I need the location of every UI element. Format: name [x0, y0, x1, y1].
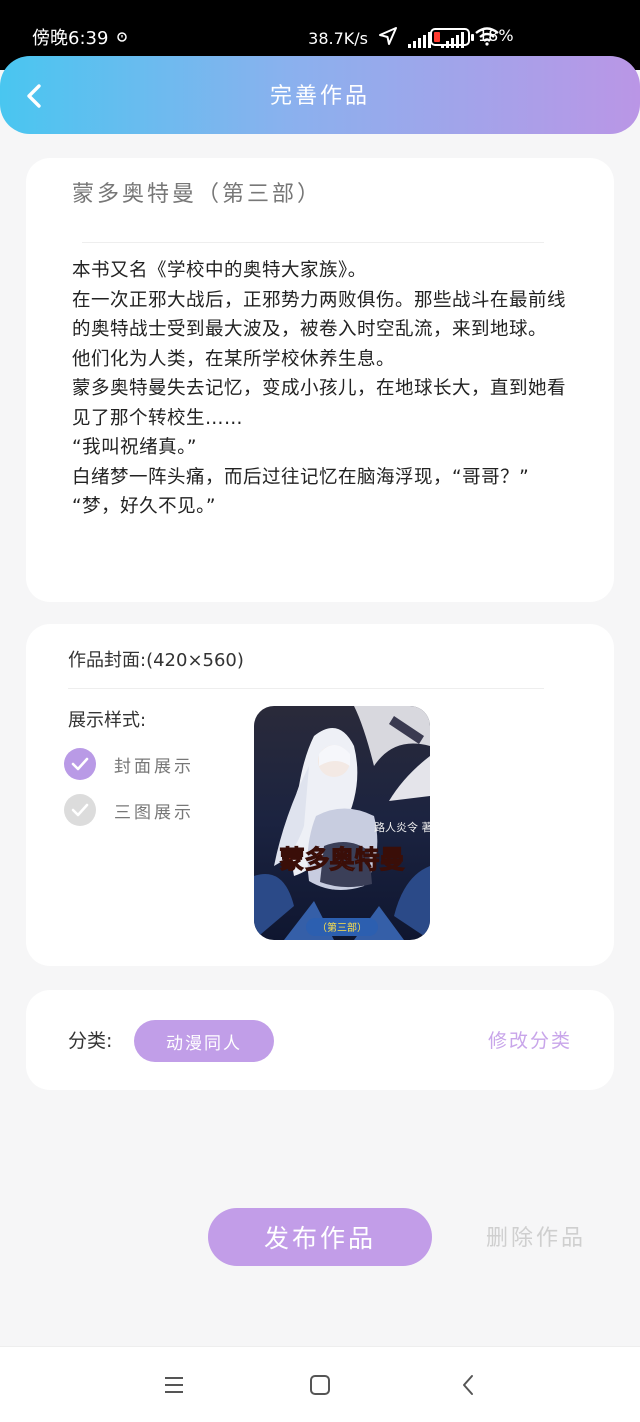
option-cover-display[interactable]: 封面展示	[64, 748, 194, 780]
cover-artwork: 路人炎令 著 蒙多奥特曼 （第三部）	[254, 706, 430, 940]
signal-hd-icon	[408, 30, 431, 48]
page-title: 完善作品	[269, 84, 370, 109]
option-label: 封面展示	[114, 756, 194, 777]
net-speed: 38.7K/s	[308, 29, 368, 48]
battery-percent: 18%	[478, 26, 514, 45]
description-paragraph: 蒙多奥特曼失去记忆，变成小孩儿，在地球长大，直到她看见了那个转校生……	[72, 378, 567, 429]
cover-label: 作品封面:(420×560)	[68, 650, 244, 671]
edit-category-link[interactable]: 修改分类	[488, 1026, 572, 1053]
cover-image[interactable]: 路人炎令 著 蒙多奥特曼 （第三部）	[254, 706, 430, 940]
description-paragraph: 白绪梦一阵头痛，而后过往记忆在脑海浮现，“哥哥？”	[72, 466, 530, 488]
book-title[interactable]: 蒙多奥特曼（第三部）	[72, 176, 322, 208]
category-label: 分类:	[68, 1030, 113, 1052]
display-style-label: 展示样式:	[68, 710, 147, 731]
check-circle-icon	[64, 794, 96, 826]
option-label: 三图展示	[114, 802, 194, 823]
divider	[82, 242, 544, 243]
publish-button[interactable]: 发布作品	[208, 1208, 432, 1266]
option-three-image-display[interactable]: 三图展示	[64, 794, 194, 826]
category-card: 分类: 动漫同人 修改分类	[26, 990, 614, 1090]
description-paragraph: “梦，好久不见。”	[72, 496, 216, 517]
divider	[68, 688, 544, 689]
header-bar: 完善作品	[0, 56, 640, 134]
category-tag: 动漫同人	[134, 1020, 274, 1062]
menu-icon	[165, 1377, 183, 1393]
cover-title-text: 蒙多奥特曼	[279, 845, 404, 874]
description-paragraph: “我叫祝绪真。”	[72, 437, 197, 458]
home-square-icon	[310, 1375, 330, 1395]
system-navbar	[0, 1346, 640, 1422]
description-paragraph: 他们化为人类，在某所学校休养生息。	[72, 348, 396, 370]
delete-button[interactable]: 删除作品	[486, 1220, 586, 1252]
book-description[interactable]: 本书又名《学校中的奥特大家族》。 在一次正邪大战后，正邪势力两败俱伤。那些战斗在…	[72, 256, 582, 522]
description-paragraph: 本书又名《学校中的奥特大家族》。	[72, 260, 367, 281]
back-triangle-icon	[463, 1375, 473, 1395]
cover-card: 作品封面:(420×560) 展示样式: 封面展示 三图展示 路人炎令 著 蒙多…	[26, 624, 614, 966]
battery-icon	[430, 28, 474, 46]
location-icon	[378, 26, 398, 51]
cover-author-text: 路人炎令 著	[374, 820, 430, 834]
cover-part-text: （第三部）	[317, 921, 367, 934]
status-left: 傍晚6:39	[32, 24, 128, 50]
system-back-button[interactable]	[452, 1371, 484, 1399]
status-time: 傍晚6:39	[32, 28, 109, 49]
home-button[interactable]	[304, 1371, 336, 1399]
description-card: 蒙多奥特曼（第三部） 本书又名《学校中的奥特大家族》。 在一次正邪大战后，正邪势…	[26, 158, 614, 602]
menu-button[interactable]	[158, 1371, 190, 1399]
check-circle-icon	[64, 748, 96, 780]
alarm-icon	[116, 27, 128, 48]
description-paragraph: 在一次正邪大战后，正邪势力两败俱伤。那些战斗在最前线的奥特战士受到最大波及，被卷…	[72, 289, 567, 341]
